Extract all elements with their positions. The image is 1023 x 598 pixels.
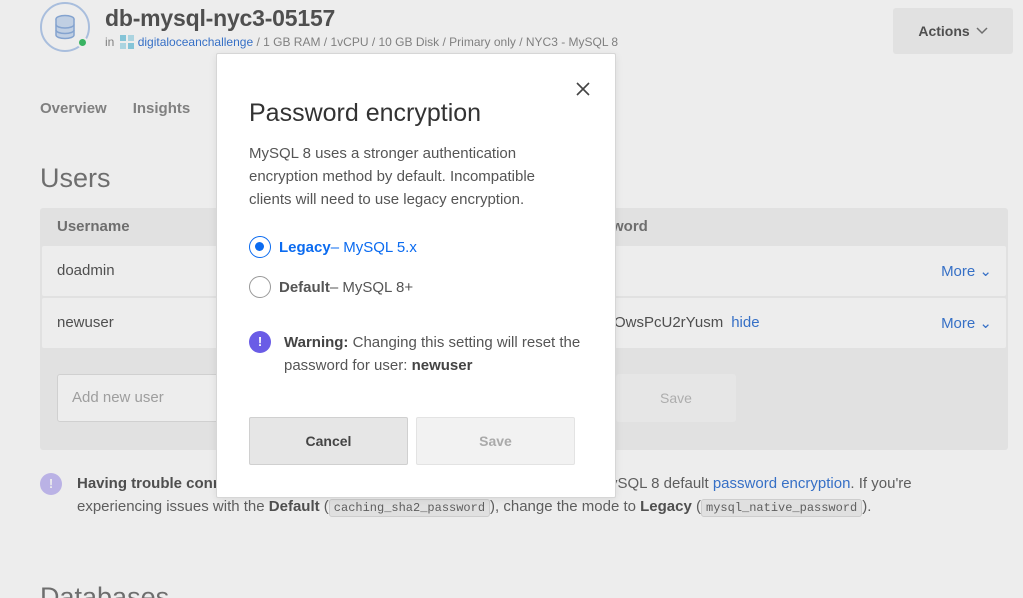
warning-text: Warning: Changing this setting will rese… bbox=[284, 334, 581, 374]
option-name: Default bbox=[279, 278, 330, 296]
radio-option-legacy[interactable]: Legacy – MySQL 5.x bbox=[249, 236, 417, 258]
radio-button-legacy[interactable] bbox=[249, 236, 271, 258]
modal-title: Password encryption bbox=[249, 99, 482, 127]
radio-option-default[interactable]: Default – MySQL 8+ bbox=[249, 276, 413, 298]
modal-description: MySQL 8 uses a stronger authentication e… bbox=[249, 145, 536, 208]
warning-icon: ! bbox=[249, 331, 271, 353]
save-button[interactable]: Save bbox=[416, 417, 575, 465]
close-icon[interactable] bbox=[574, 80, 592, 98]
radio-button-default[interactable] bbox=[249, 276, 271, 298]
option-detail: – MySQL 8+ bbox=[329, 278, 414, 296]
password-encryption-modal: Password encryption MySQL 8 uses a stron… bbox=[216, 53, 616, 498]
option-detail: – MySQL 5.x bbox=[330, 238, 417, 256]
option-name: Legacy bbox=[279, 238, 331, 256]
cancel-button[interactable]: Cancel bbox=[249, 417, 408, 465]
